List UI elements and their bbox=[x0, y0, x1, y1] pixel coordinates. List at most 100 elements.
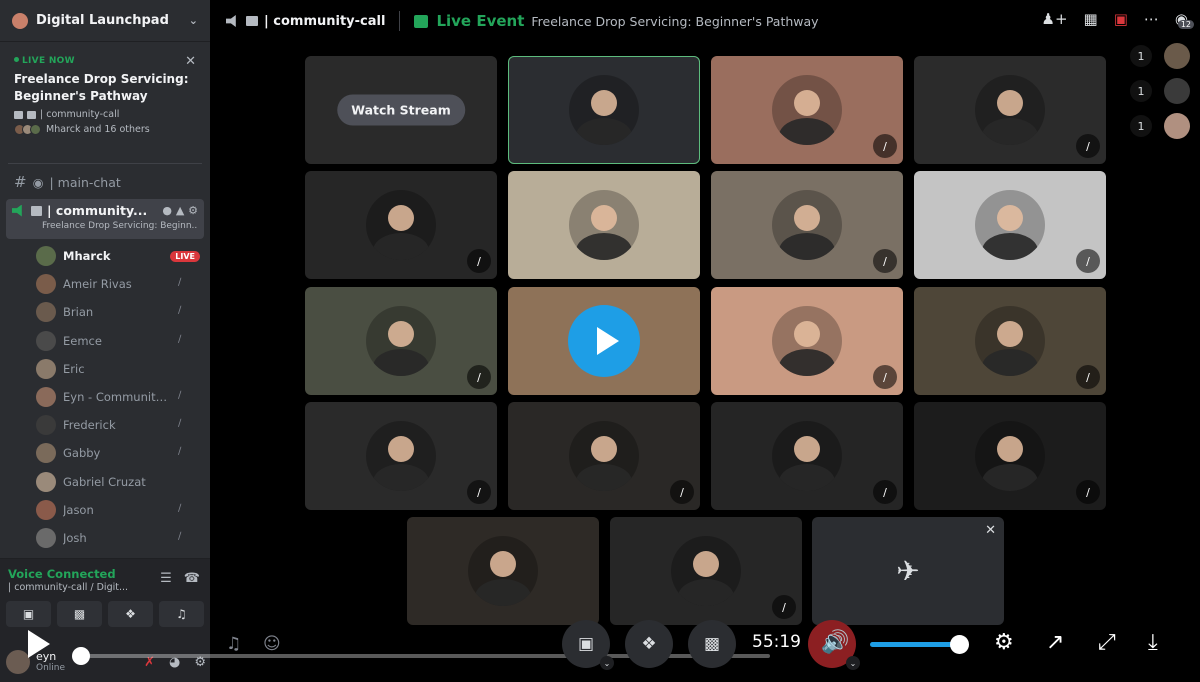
avatar bbox=[569, 75, 639, 145]
fullscreen-icon[interactable]: ⤢ bbox=[1098, 630, 1116, 655]
play-icon[interactable] bbox=[28, 630, 50, 658]
participant-tile[interactable] bbox=[407, 517, 599, 625]
disconnect-icon[interactable]: ☎ bbox=[184, 571, 200, 586]
participant-tile[interactable]: ∕ bbox=[508, 402, 700, 510]
avatar bbox=[366, 190, 436, 260]
chevron-down-icon[interactable]: ⌄ bbox=[189, 14, 198, 27]
progress-handle[interactable] bbox=[72, 647, 90, 665]
avatar bbox=[36, 527, 56, 548]
server-name: Digital Launchpad bbox=[36, 13, 169, 28]
download-icon[interactable]: ⤓ bbox=[1148, 630, 1158, 655]
live-event-label[interactable]: Live Event bbox=[436, 12, 524, 30]
member-item[interactable]: Eemce ∕ bbox=[36, 327, 204, 355]
close-icon[interactable]: ✕ bbox=[185, 54, 196, 69]
mic-muted-icon: ∕ bbox=[467, 249, 491, 273]
participant-count: 1 bbox=[1130, 80, 1152, 102]
member-name: Josh bbox=[63, 530, 87, 545]
screen-share-button[interactable]: ▩ bbox=[688, 620, 736, 668]
stream-tile[interactable]: Watch Stream bbox=[305, 56, 497, 164]
participant-count: 1 bbox=[1130, 45, 1152, 67]
avatar bbox=[569, 421, 639, 491]
participant-tile[interactable]: ∕ bbox=[305, 171, 497, 279]
watch-stream-button[interactable]: Watch Stream bbox=[337, 94, 465, 126]
participant-tile[interactable] bbox=[508, 287, 700, 395]
speaker-icon bbox=[12, 204, 22, 217]
overflow-participant[interactable]: 1 bbox=[1130, 113, 1190, 139]
member-item[interactable]: Eyn - Community ... ∕ bbox=[36, 383, 204, 411]
chat-icon[interactable]: ◉ 12 bbox=[1175, 10, 1194, 29]
participant-tile[interactable]: ∕ bbox=[914, 287, 1106, 395]
member-item[interactable]: Josh ∕ bbox=[36, 524, 204, 552]
member-name: Gabriel Cruzat bbox=[63, 474, 146, 489]
member-item[interactable]: Gabriel Cruzat bbox=[36, 468, 204, 496]
live-event-channel: | community-call bbox=[14, 109, 196, 120]
mic-muted-icon: ∕ bbox=[1076, 134, 1100, 158]
member-item[interactable]: Gabby ∕ bbox=[36, 439, 204, 467]
noise-suppression-icon[interactable]: ☰ bbox=[160, 571, 172, 586]
channel-action-icons[interactable]: ● ▲ ⚙ bbox=[162, 204, 198, 217]
server-header[interactable]: Digital Launchpad ⌄ bbox=[0, 0, 210, 42]
member-name: Ameir Rivas bbox=[63, 277, 132, 292]
settings-gear-icon[interactable]: ⚙ bbox=[994, 630, 1014, 655]
voice-connected-label[interactable]: Voice Connected bbox=[8, 567, 116, 581]
member-name: Eemce bbox=[63, 333, 102, 348]
attendee-avatars bbox=[14, 124, 41, 135]
voice-connected-channel[interactable]: | community-call / Digit... bbox=[8, 582, 148, 593]
avatar bbox=[36, 246, 56, 267]
participant-tile[interactable]: ∕ bbox=[711, 56, 903, 164]
participant-tile[interactable]: ∕ bbox=[711, 402, 903, 510]
volume-slider[interactable] bbox=[870, 642, 962, 647]
member-item[interactable]: Eric bbox=[36, 355, 204, 383]
member-name: Jason bbox=[63, 502, 94, 517]
live-event-card[interactable]: LIVE NOW ✕ Freelance Drop Servicing: Beg… bbox=[6, 50, 204, 156]
participant-tile[interactable]: ∕ bbox=[914, 171, 1106, 279]
participant-tile[interactable]: ∕ bbox=[914, 402, 1106, 510]
camera-toggle-button[interactable]: ▣ ⌄ bbox=[562, 620, 614, 670]
share-icon[interactable]: ↗ bbox=[1046, 630, 1064, 655]
volume-handle[interactable] bbox=[949, 635, 969, 654]
overflow-participant[interactable]: 1 bbox=[1130, 43, 1190, 69]
activity-tile[interactable]: ✈ ✕ bbox=[812, 517, 1004, 625]
participant-tile[interactable]: ∕ bbox=[305, 287, 497, 395]
avatar bbox=[36, 471, 56, 492]
participant-tile[interactable]: ∕ bbox=[610, 517, 802, 625]
channel-label: | main-chat bbox=[49, 174, 121, 190]
channel-header: | community-call Live Event Freelance Dr… bbox=[210, 0, 1200, 42]
avatar bbox=[36, 274, 56, 295]
chat-bubble-icon: ◉ bbox=[32, 174, 44, 190]
close-icon[interactable]: ✕ bbox=[985, 523, 996, 538]
grid-layout-icon[interactable]: ▦ bbox=[1084, 10, 1098, 28]
member-item[interactable]: Brian ∕ bbox=[36, 298, 204, 326]
member-item[interactable]: Ameir Rivas ∕ bbox=[36, 270, 204, 298]
participant-tile[interactable]: ∕ bbox=[305, 402, 497, 510]
time-display: 55:19 bbox=[752, 632, 801, 652]
mic-muted-icon: ∕ bbox=[873, 365, 897, 389]
member-name: Frederick bbox=[63, 418, 116, 433]
member-item[interactable]: Mharck LIVE bbox=[36, 242, 204, 270]
participant-tile[interactable]: ∕ bbox=[711, 287, 903, 395]
avatar bbox=[671, 536, 741, 606]
rocket-icon[interactable]: ✈ bbox=[896, 555, 919, 588]
participant-tile[interactable] bbox=[508, 171, 700, 279]
voice-channel-community-call[interactable]: | community... ● ▲ ⚙ Freelance Drop Serv… bbox=[6, 199, 204, 239]
participant-tile[interactable] bbox=[508, 56, 700, 164]
monitor-icon bbox=[27, 110, 36, 119]
event-title: Freelance Drop Servicing: Beginner's Pat… bbox=[531, 13, 819, 29]
channel-main-chat[interactable]: # ◉ | main-chat bbox=[8, 170, 204, 194]
participant-tile[interactable]: ∕ bbox=[711, 171, 903, 279]
avatar bbox=[366, 421, 436, 491]
voice-channel-name: | community... bbox=[47, 203, 148, 218]
overflow-participant[interactable]: 1 bbox=[1130, 78, 1190, 104]
noise-icon[interactable]: ♫ bbox=[226, 634, 241, 654]
participant-tile[interactable]: ∕ bbox=[914, 56, 1106, 164]
activity-button[interactable]: ❖ bbox=[625, 620, 673, 668]
volume-icon[interactable]: 🔊 bbox=[822, 630, 849, 655]
play-button-icon[interactable] bbox=[568, 305, 640, 377]
emoji-icon[interactable]: ☺ bbox=[263, 634, 281, 654]
member-item[interactable]: Jason ∕ bbox=[36, 496, 204, 524]
member-item[interactable]: Frederick ∕ bbox=[36, 411, 204, 439]
popout-icon[interactable]: ▣ bbox=[1114, 10, 1128, 28]
add-user-icon[interactable]: ♟+ bbox=[1042, 10, 1068, 28]
more-options-icon[interactable]: ⋯ bbox=[1144, 10, 1159, 28]
avatar bbox=[772, 75, 842, 145]
